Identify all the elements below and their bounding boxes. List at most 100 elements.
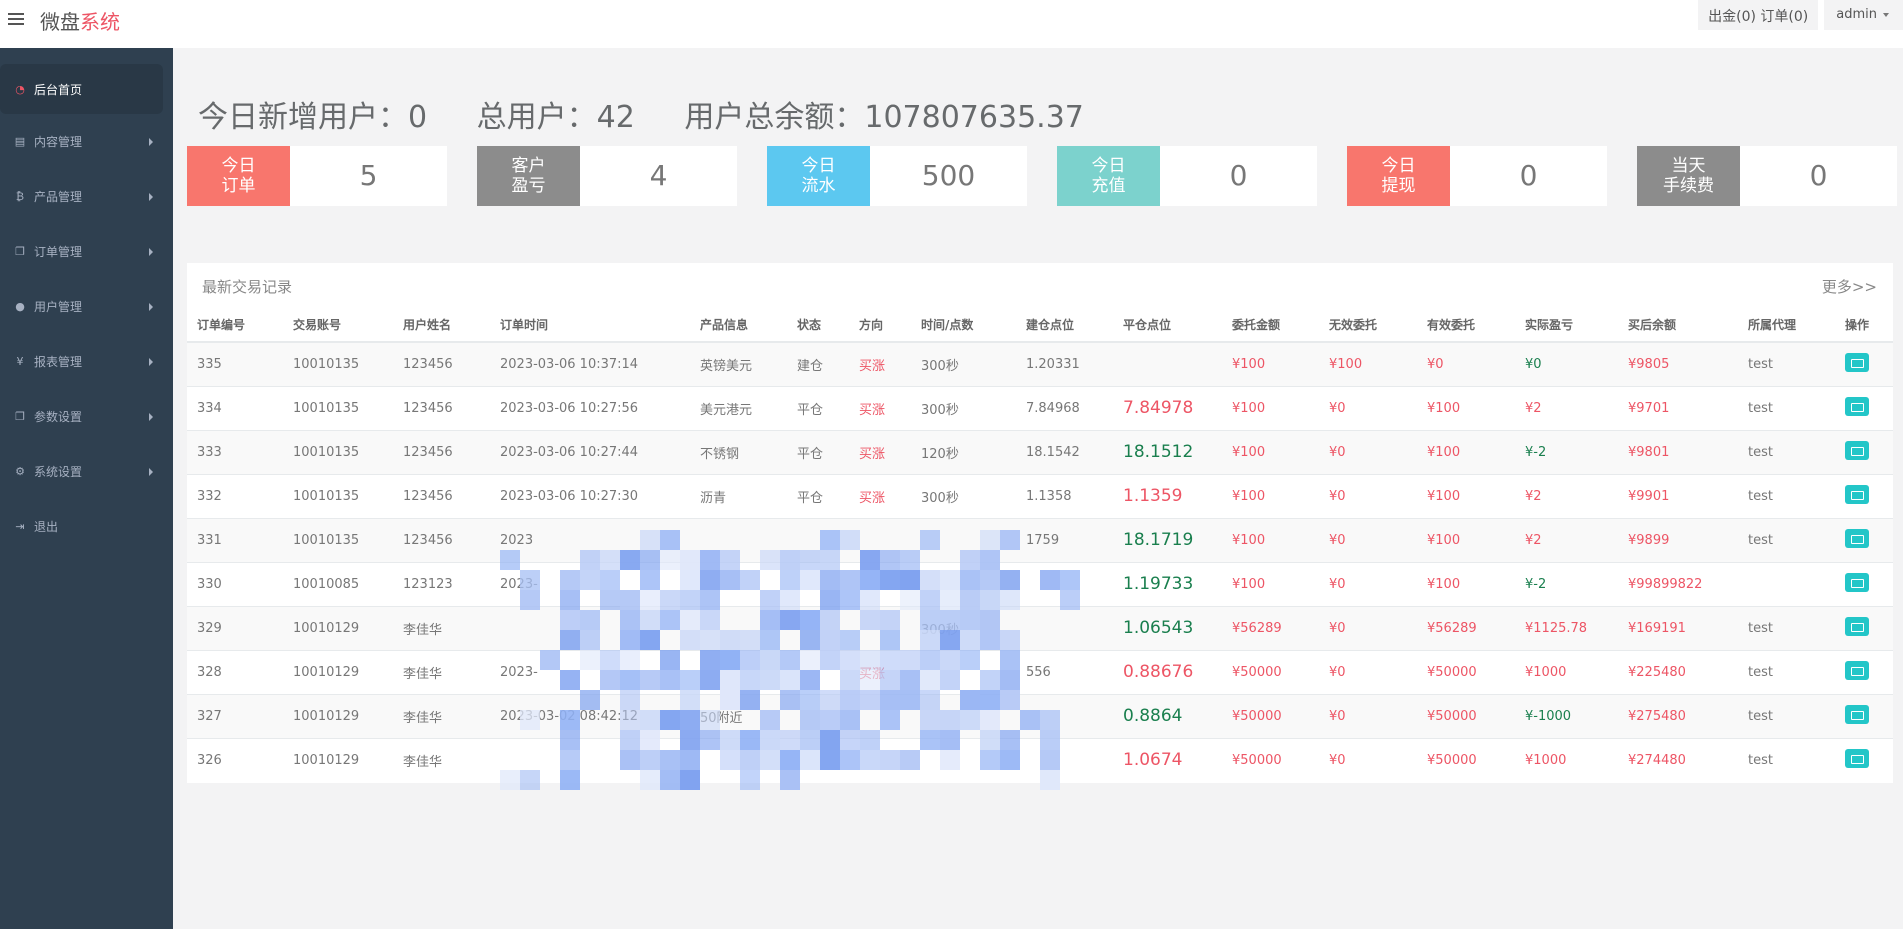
table-row: 327 10010129 李佳华 2023-03-02 08:42:12 50附近 0.8… bbox=[187, 693, 1893, 738]
table-cell: 李佳华 bbox=[393, 649, 490, 694]
table-cell: ¥0 bbox=[1319, 737, 1417, 782]
table-cell-action bbox=[1835, 737, 1893, 782]
table-cell: 1.19733 bbox=[1113, 561, 1222, 606]
table-cell bbox=[690, 737, 787, 782]
table-cell: 330 bbox=[187, 561, 283, 606]
stat-cards: 今日 订单 5 客户 盈亏 4 今日 流水 500 今日 充值 0 今日 提现 0 当天 手续费 0 bbox=[187, 146, 1897, 206]
table-cell: 123456 bbox=[393, 517, 490, 562]
view-order-button[interactable] bbox=[1845, 352, 1869, 372]
view-order-button[interactable] bbox=[1845, 572, 1869, 592]
stat-card-label: 当天 手续费 bbox=[1637, 146, 1740, 206]
recent-trades-panel: 最新交易记录 更多>> 订单编号 交易账号 用户姓名 订单时间 产品信息 状态 方向 时间/点… bbox=[187, 263, 1893, 783]
table-cell: 10010135 bbox=[283, 473, 393, 518]
table-cell: test bbox=[1738, 693, 1835, 738]
sidebar-item-logout[interactable]: ⇥ 退出 bbox=[0, 499, 173, 554]
table-cell: 10010129 bbox=[283, 693, 393, 738]
table-row: 330 10010085 123123 2023- 1.19733 ¥100 ¥0 ¥100 ¥… bbox=[187, 561, 1893, 606]
table-cell bbox=[490, 605, 690, 650]
table-cell: ¥50000 bbox=[1417, 693, 1515, 738]
sidebar-item-users[interactable]: ● 用户管理 bbox=[0, 279, 173, 334]
more-link[interactable]: 更多>> bbox=[1822, 276, 1877, 297]
column-header: 买后余额 bbox=[1618, 307, 1738, 343]
withdraw-orders-link[interactable]: 出金(0) 订单(0) bbox=[1698, 0, 1819, 30]
table-cell: ¥50000 bbox=[1417, 649, 1515, 694]
table-cell: 329 bbox=[187, 605, 283, 650]
sidebar-item-params[interactable]: ❐ 参数设置 bbox=[0, 389, 173, 444]
view-order-button[interactable] bbox=[1845, 396, 1869, 416]
chevron-right-icon bbox=[149, 137, 153, 146]
column-header: 时间/点数 bbox=[911, 307, 1016, 343]
copy-icon: ❐ bbox=[15, 410, 25, 423]
table-cell: ¥0 bbox=[1319, 605, 1417, 650]
sidebar-item-orders[interactable]: ❐ 订单管理 bbox=[0, 224, 173, 279]
table-cell: ¥0 bbox=[1319, 649, 1417, 694]
table-cell: ¥275480 bbox=[1618, 693, 1738, 738]
view-order-button[interactable] bbox=[1845, 660, 1869, 680]
table-cell: 2023-03-06 10:27:56 bbox=[490, 385, 690, 430]
table-cell: 买涨 bbox=[849, 341, 911, 386]
column-header: 无效委托 bbox=[1319, 307, 1417, 343]
stat-card-label-line: 今日 bbox=[1091, 156, 1126, 176]
table-cell: ¥0 bbox=[1319, 517, 1417, 562]
table-cell: 1759 bbox=[1016, 517, 1113, 562]
table-cell: 0.88676 bbox=[1113, 649, 1222, 694]
table-cell: 7.84968 bbox=[1016, 385, 1113, 430]
table-cell bbox=[911, 517, 1016, 562]
table-cell: ¥274480 bbox=[1618, 737, 1738, 782]
sidebar-item-home[interactable]: ◔ 后台首页 bbox=[0, 64, 163, 114]
table-cell bbox=[1016, 693, 1113, 738]
table-cell: ¥2 bbox=[1515, 473, 1618, 518]
sidebar-item-content[interactable]: ▤ 内容管理 bbox=[0, 114, 173, 169]
table-cell: ¥56289 bbox=[1222, 605, 1319, 650]
total-users-stat: 总用户：42 bbox=[476, 100, 635, 135]
table-cell bbox=[849, 737, 911, 782]
table-cell: 10010129 bbox=[283, 737, 393, 782]
table-cell bbox=[1113, 341, 1222, 386]
stat-card: 客户 盈亏 4 bbox=[477, 146, 737, 206]
stat-card-label: 今日 订单 bbox=[187, 146, 290, 206]
stat-card: 当天 手续费 0 bbox=[1637, 146, 1897, 206]
view-order-button[interactable] bbox=[1845, 748, 1869, 768]
view-order-button[interactable] bbox=[1845, 616, 1869, 636]
table-cell: ¥100 bbox=[1417, 473, 1515, 518]
table-cell: 平仓 bbox=[787, 429, 849, 474]
stat-card-label-line: 订单 bbox=[221, 176, 256, 196]
table-cell: ¥99899822 bbox=[1618, 561, 1738, 606]
table-cell: 300秒 bbox=[911, 605, 1016, 650]
view-order-button[interactable] bbox=[1845, 440, 1869, 460]
table-cell: 327 bbox=[187, 693, 283, 738]
chevron-right-icon bbox=[149, 467, 153, 476]
stat-card-label: 今日 提现 bbox=[1347, 146, 1450, 206]
table-cell bbox=[690, 517, 787, 562]
table-cell: 300秒 bbox=[911, 341, 1016, 386]
table-cell: ¥0 bbox=[1515, 341, 1618, 386]
table-cell: ¥225480 bbox=[1618, 649, 1738, 694]
table-cell bbox=[911, 561, 1016, 606]
admin-dropdown[interactable]: admin bbox=[1824, 0, 1903, 30]
column-header: 有效委托 bbox=[1417, 307, 1515, 343]
table-cell: test bbox=[1738, 737, 1835, 782]
table-cell: ¥50000 bbox=[1417, 737, 1515, 782]
table-cell bbox=[787, 605, 849, 650]
stat-card-value: 4 bbox=[649, 159, 668, 192]
table-cell: 123456 bbox=[393, 341, 490, 386]
view-order-button[interactable] bbox=[1845, 484, 1869, 504]
table-cell: ¥50000 bbox=[1222, 737, 1319, 782]
column-header: 产品信息 bbox=[690, 307, 787, 343]
view-order-button[interactable] bbox=[1845, 704, 1869, 724]
sidebar-item-reports[interactable]: ¥ 报表管理 bbox=[0, 334, 173, 389]
sidebar-item-system[interactable]: ⚙ 系统设置 bbox=[0, 444, 173, 499]
table-cell: 2023-03-06 10:37:14 bbox=[490, 341, 690, 386]
view-order-button[interactable] bbox=[1845, 528, 1869, 548]
table-cell: 英镑美元 bbox=[690, 341, 787, 386]
table-cell bbox=[690, 649, 787, 694]
table-cell: 10010129 bbox=[283, 605, 393, 650]
menu-toggle-icon[interactable] bbox=[8, 10, 26, 28]
cogs-icon: ⚙ bbox=[15, 465, 25, 478]
sidebar-item-products[interactable]: ₿ 产品管理 bbox=[0, 169, 173, 224]
table-cell bbox=[787, 649, 849, 694]
chevron-right-icon bbox=[149, 192, 153, 201]
table-row: 328 10010129 李佳华 2023- 买涨 556 0.88676 ¥50000 ¥0 ¥… bbox=[187, 649, 1893, 694]
table-cell bbox=[849, 605, 911, 650]
dashboard-icon: ◔ bbox=[15, 82, 25, 96]
